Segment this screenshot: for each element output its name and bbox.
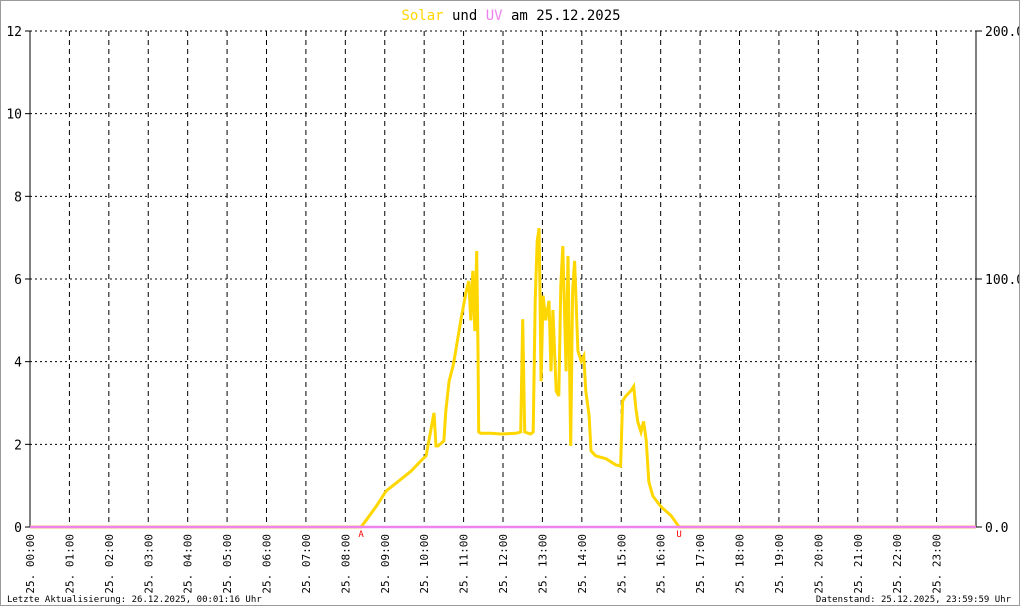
x-tick-label: 25. 21:00 xyxy=(852,534,865,594)
x-tick-label: 25. 11:00 xyxy=(458,534,471,594)
x-tick-label: 25. 16:00 xyxy=(655,534,668,594)
y-left-tick-label: 4 xyxy=(14,356,22,371)
sun-marker-u: U xyxy=(676,530,681,540)
title-uv: UV xyxy=(486,8,503,24)
x-tick-label: 25. 03:00 xyxy=(142,534,155,594)
x-tick-label: 25. 04:00 xyxy=(182,534,195,594)
x-tick-label: 25. 18:00 xyxy=(734,534,747,594)
chart-container: Solar und UV am 25.12.2025 0 2 4 6 8 10 12 0.0 1… xyxy=(0,0,1020,606)
title-date: am 25.12.2025 xyxy=(503,8,621,24)
x-tick-label: 25. 08:00 xyxy=(339,534,352,594)
x-tick-label: 25. 20:00 xyxy=(812,534,825,594)
y-right-tick-label: 100.0 xyxy=(985,273,1020,288)
x-tick-label: 25. 12:00 xyxy=(497,534,510,594)
x-tick-label: 25. 19:00 xyxy=(773,534,786,594)
y-left-tick-label: 0 xyxy=(14,521,22,536)
title-und: und xyxy=(444,8,486,24)
title-solar: Solar xyxy=(401,8,443,24)
x-tick-label: 25. 17:00 xyxy=(694,534,707,594)
x-tick-label: 25. 02:00 xyxy=(103,534,116,594)
x-tick-label: 25. 23:00 xyxy=(931,534,944,594)
y-left-tick-label: 10 xyxy=(6,108,22,123)
solar-uv-chart: Solar und UV am 25.12.2025 0 2 4 6 8 10 12 0.0 1… xyxy=(6,8,1020,605)
chart-title: Solar und UV am 25.12.2025 xyxy=(401,8,620,24)
x-tick-label: 25. 00:00 xyxy=(24,534,37,594)
y-left-tick-label: 12 xyxy=(6,25,22,40)
y-right-tick-label: 0.0 xyxy=(985,521,1008,536)
x-tick-label: 25. 01:00 xyxy=(63,534,76,594)
y-left-tick-label: 8 xyxy=(14,190,22,205)
y-right-tick-label: 200.0 xyxy=(985,25,1020,40)
data-timestamp: Datenstand: 25.12.2025, 23:59:59 Uhr xyxy=(816,595,1012,605)
x-tick-label: 25. 10:00 xyxy=(418,534,431,594)
x-tick-label: 25. 07:00 xyxy=(300,534,313,594)
sun-marker-a: A xyxy=(358,530,364,540)
y-left-tick-label: 2 xyxy=(14,438,22,453)
x-tick-label: 25. 09:00 xyxy=(379,534,392,594)
x-tick-label: 25. 06:00 xyxy=(261,534,274,594)
y-left-tick-label: 6 xyxy=(14,273,22,288)
x-tick-label: 25. 14:00 xyxy=(576,534,589,594)
x-tick-label: 25. 13:00 xyxy=(536,534,549,594)
x-tick-label: 25. 22:00 xyxy=(891,534,904,594)
x-tick-label: 25. 15:00 xyxy=(615,534,628,594)
x-tick-label: 25. 05:00 xyxy=(221,534,234,594)
last-update: Letzte Aktualisierung: 26.12.2025, 00:01… xyxy=(7,595,262,605)
